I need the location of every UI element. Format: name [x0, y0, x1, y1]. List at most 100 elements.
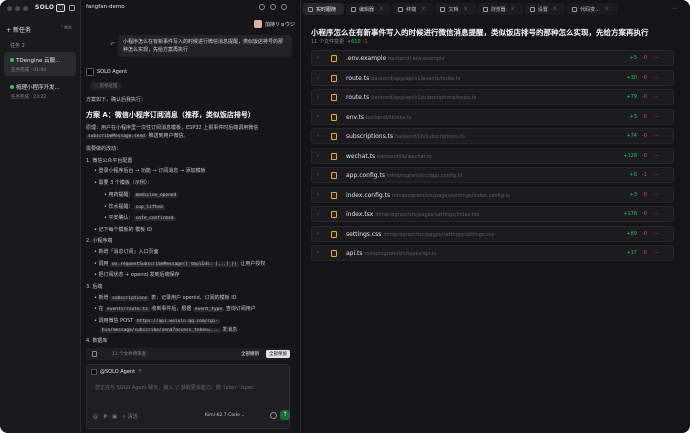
tab-browser[interactable]: 浏览器 ×: [477, 3, 523, 15]
at-icon[interactable]: @: [93, 414, 98, 420]
more-icon[interactable]: [281, 4, 287, 10]
send-button[interactable]: ↑: [280, 410, 290, 420]
file-path: backend/lib/wechat.ts: [377, 153, 432, 160]
file-more-icon[interactable]: ⋯: [654, 114, 659, 120]
file-more-icon[interactable]: ⋯: [654, 55, 659, 61]
app-logo: SOLO □: [35, 4, 66, 12]
chevron-right-icon[interactable]: ›: [317, 75, 319, 81]
file-name: env.ts backend/lib/env.ts: [346, 113, 412, 121]
live-icon: [308, 6, 313, 12]
file-more-icon[interactable]: ⋯: [654, 153, 659, 159]
close-tab-icon[interactable]: ×: [553, 6, 557, 12]
file-icon: [331, 152, 337, 160]
chevron-right-icon[interactable]: ›: [317, 231, 319, 237]
pending-files-label[interactable]: 11 个文件待审查: [112, 351, 146, 357]
chat-input[interactable]: @SOLO Agent ⤧ 您正在与 SOLO Agent 聊天，输入 '/' …: [86, 364, 290, 429]
tab-settings[interactable]: 设置 ×: [524, 3, 566, 15]
lines-added: +17: [626, 250, 637, 256]
tab-editor[interactable]: 编辑器 ×: [346, 3, 392, 15]
file-row[interactable]: › wechat.ts backend/lib/wechat.ts +128 -0 ⋯: [311, 147, 674, 164]
model-selector[interactable]: Kimi-K2.7-Code ⌄: [205, 413, 245, 418]
thinking-toggle[interactable]: ◌ 思考过程: [90, 82, 122, 90]
lines-removed: -0: [642, 211, 647, 217]
tab-live-follow[interactable]: 实时跟随: [303, 3, 345, 15]
file-row[interactable]: › index.tsx miniprogram/src/pages/settings…: [311, 206, 674, 222]
chevron-right-icon[interactable]: ›: [317, 172, 319, 178]
lines-removed: -0: [642, 74, 647, 81]
lines-removed: -0: [642, 55, 647, 61]
file-row[interactable]: › api.ts miniprogram/src/types/api.ts +17 -0…: [311, 245, 674, 261]
close-tab-icon[interactable]: ×: [511, 6, 515, 12]
file-name: index.tsx miniprogram/src/pages/settings/…: [346, 211, 480, 218]
file-more-icon[interactable]: ⋯: [654, 94, 659, 100]
tab-code-changes[interactable]: 代码变... ×: [567, 3, 618, 15]
close-tab-icon[interactable]: ×: [379, 6, 383, 12]
remove-mention-icon[interactable]: ⤧: [138, 369, 142, 375]
file-row[interactable]: › route.ts backend/app/api/v1/events/route…: [311, 69, 674, 86]
reject-all-button[interactable]: 全部撤销: [238, 350, 262, 358]
chevron-right-icon[interactable]: ›: [317, 250, 319, 256]
chevron-right-icon[interactable]: ›: [317, 55, 319, 61]
agent-mention-chip[interactable]: @SOLO Agent ⤧: [91, 369, 142, 375]
image-icon[interactable]: ▣: [112, 414, 117, 420]
file-icon: [331, 74, 337, 82]
undo-icon[interactable]: ↶: [110, 41, 115, 48]
close-tab-icon[interactable]: ×: [463, 6, 467, 12]
file-row[interactable]: › index.config.ts miniprogram/src/pages/se…: [311, 186, 674, 203]
file-more-icon[interactable]: ⋯: [654, 75, 659, 81]
avatar: [254, 20, 262, 28]
document-icon: [440, 6, 446, 12]
tab-docs[interactable]: 文档 ×: [435, 3, 476, 15]
close-tab-icon[interactable]: ×: [605, 6, 609, 12]
user-message: 小程序怎么在有新事件写入的时候进行微信消息提醒，类似饭店排号的那种怎么实现，先给…: [118, 35, 292, 57]
file-row[interactable]: › subscriptions.ts backend/lib/subscriptio…: [311, 128, 674, 144]
file-row[interactable]: › route.ts backend/app/api/v1/subscription…: [311, 89, 674, 105]
chevron-right-icon[interactable]: ›: [317, 94, 319, 100]
history-icon[interactable]: [270, 4, 276, 10]
new-task-button[interactable]: + 新任务: [6, 25, 31, 34]
sidebar-toggle-icon[interactable]: [69, 5, 75, 11]
composer-tools: @ # ▣ ✧ 清洁: [93, 413, 138, 421]
agent-header: SOLO Agent: [86, 68, 127, 76]
chevron-right-icon[interactable]: ›: [317, 192, 319, 198]
tab-terminal[interactable]: 终端 ×: [393, 3, 434, 15]
diff-icon: [572, 6, 578, 12]
project-name[interactable]: fangfan-demo: [86, 4, 125, 10]
file-more-icon[interactable]: ⋯: [654, 250, 659, 256]
file-more-icon[interactable]: ⋯: [654, 192, 659, 198]
task-item[interactable]: 梳理小程序开发... 任务完成 · 23:22: [4, 79, 76, 103]
maximize-window-button[interactable]: [23, 6, 28, 11]
file-row[interactable]: › app.config.ts miniprogram/src/app.config…: [311, 167, 674, 183]
lines-removed: -0: [642, 250, 647, 256]
file-path: backend/app/api/v1/subscriptions/route.t…: [371, 95, 477, 101]
file-more-icon[interactable]: ⋯: [654, 133, 659, 139]
chevron-right-icon[interactable]: ›: [317, 114, 319, 120]
share-icon[interactable]: [259, 4, 265, 10]
lines-removed: -1: [642, 172, 647, 178]
panel-tabs: 实时跟随 编辑器 × 终端 × 文档 × 浏览器 × 设置 × 代码变... ×: [303, 3, 618, 16]
chevron-right-icon[interactable]: ›: [317, 133, 319, 139]
close-window-button[interactable]: [7, 6, 12, 11]
file-more-icon[interactable]: ⋯: [654, 172, 659, 178]
file-row[interactable]: › env.ts backend/lib/env.ts +5 -0 ⋯: [311, 108, 674, 125]
microphone-icon[interactable]: [270, 412, 277, 419]
chat-composer: 11 个文件待审查 全部撤销 全部保留 @SOLO Agent ⤧ 您正在与 S…: [82, 344, 296, 433]
file-name: index.config.ts miniprogram/src/pages/set…: [346, 191, 511, 199]
hash-icon[interactable]: #: [103, 414, 107, 420]
file-more-icon[interactable]: ⋯: [654, 231, 659, 237]
accept-all-button[interactable]: 全部保留: [266, 350, 290, 358]
chevron-right-icon[interactable]: ›: [317, 153, 319, 159]
chevron-right-icon[interactable]: ›: [317, 211, 319, 217]
file-more-icon[interactable]: ⋯: [654, 211, 659, 217]
task-item[interactable]: TDengine 云服... 任务完成 · 01:04: [4, 52, 76, 76]
file-row[interactable]: › .env.example backend/.env.example +5 -0 ⋯: [311, 50, 674, 66]
minimize-window-button[interactable]: [15, 6, 20, 11]
pending-files-bar: 11 个文件待审查 全部撤销 全部保留: [86, 348, 290, 360]
lines-removed: -0: [642, 230, 647, 237]
close-tab-icon[interactable]: ×: [421, 6, 425, 12]
clear-button[interactable]: ✧ 清洁: [122, 413, 138, 420]
sidebar: SOLO □ + 新任务 ⌃⌘N 任务 2 TDengine 云服... 任务完成…: [0, 0, 81, 433]
file-icon: [331, 191, 337, 199]
file-row[interactable]: › settings.css miniprogram/src/pages/setti…: [311, 225, 674, 242]
more-icon[interactable]: ⋯: [672, 5, 678, 12]
